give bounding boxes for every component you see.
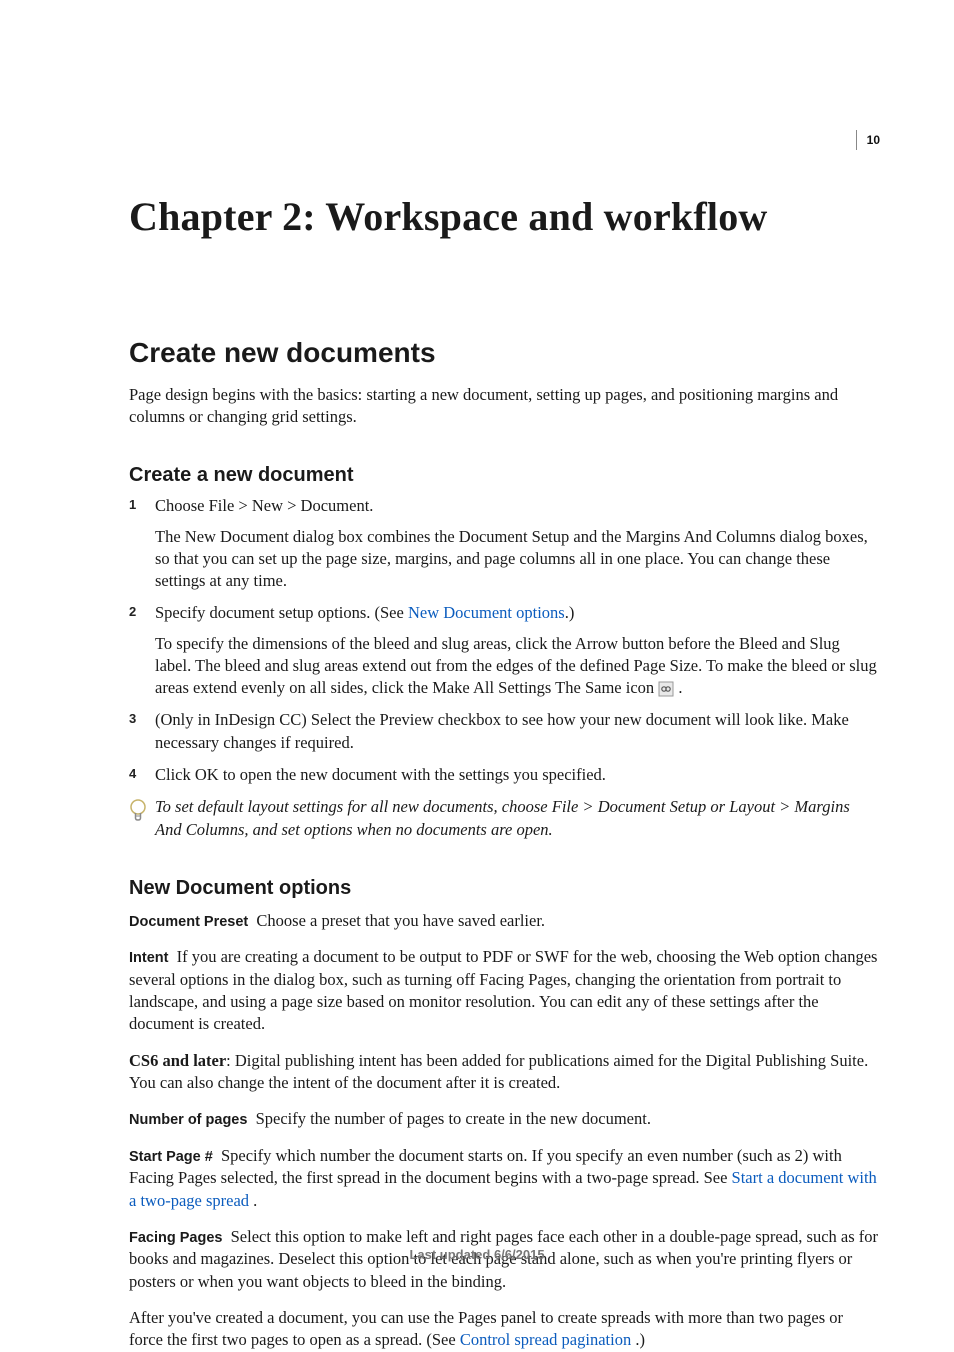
- step-2-desc-text: To specify the dimensions of the bleed a…: [155, 634, 877, 698]
- after-facing-note: After you've created a document, you can…: [129, 1307, 880, 1352]
- step-2-pre: Specify document setup options. (See: [155, 603, 408, 622]
- def-start-page: Start Page # Specify which number the do…: [129, 1145, 880, 1212]
- desc-document-preset: Choose a preset that you have saved earl…: [256, 911, 545, 930]
- lightbulb-icon: [129, 798, 147, 828]
- desc-intent: If you are creating a document to be out…: [129, 947, 877, 1033]
- page-number-value: 10: [867, 133, 880, 147]
- term-number-of-pages: Number of pages: [129, 1112, 247, 1128]
- cs6-note: CS6 and later: Digital publishing intent…: [129, 1050, 880, 1095]
- chain-link-icon: [658, 681, 674, 697]
- step-2-after-icon: .: [674, 678, 682, 697]
- step-3: (Only in InDesign CC) Select the Preview…: [129, 709, 880, 754]
- desc-start-page-post: .: [249, 1191, 257, 1210]
- after-facing-post: .): [631, 1330, 645, 1349]
- cs6-bold: CS6 and later: [129, 1051, 226, 1070]
- step-2-post: .): [565, 603, 575, 622]
- section-heading: Create new documents: [129, 334, 880, 372]
- page-footer: Last updated 6/6/2015: [0, 1246, 954, 1264]
- tip-block: To set default layout settings for all n…: [129, 796, 880, 841]
- step-1: Choose File > New > Document. The New Do…: [129, 495, 880, 592]
- step-4: Click OK to open the new document with t…: [129, 764, 880, 786]
- page-number: 10: [856, 130, 880, 150]
- cs6-rest: : Digital publishing intent has been add…: [129, 1051, 868, 1092]
- term-facing-pages: Facing Pages: [129, 1230, 222, 1246]
- term-intent: Intent: [129, 950, 168, 966]
- step-1-desc: The New Document dialog box combines the…: [155, 526, 880, 593]
- step-1-text: Choose File > New > Document.: [155, 496, 373, 515]
- def-intent: Intent If you are creating a document to…: [129, 946, 880, 1035]
- desc-number-of-pages: Specify the number of pages to create in…: [256, 1109, 651, 1128]
- steps-list: Choose File > New > Document. The New Do…: [129, 495, 880, 786]
- def-number-of-pages: Number of pages Specify the number of pa…: [129, 1108, 880, 1131]
- term-start-page: Start Page #: [129, 1149, 213, 1165]
- step-2-desc: To specify the dimensions of the bleed a…: [155, 633, 880, 700]
- link-control-spread-pagination[interactable]: Control spread pagination: [460, 1330, 631, 1349]
- section-intro: Page design begins with the basics: star…: [129, 384, 880, 429]
- subheading-options: New Document options: [129, 875, 880, 902]
- link-new-document-options[interactable]: New Document options: [408, 603, 565, 622]
- page-content: Chapter 2: Workspace and workflow Create…: [129, 190, 880, 1230]
- def-document-preset: Document Preset Choose a preset that you…: [129, 910, 880, 933]
- term-document-preset: Document Preset: [129, 914, 248, 930]
- chapter-title: Chapter 2: Workspace and workflow: [129, 190, 880, 244]
- document-page: 10 Chapter 2: Workspace and workflow Cre…: [0, 0, 954, 1350]
- subheading-create: Create a new document: [129, 462, 880, 489]
- step-2: Specify document setup options. (See New…: [129, 602, 880, 699]
- tip-text: To set default layout settings for all n…: [155, 797, 850, 838]
